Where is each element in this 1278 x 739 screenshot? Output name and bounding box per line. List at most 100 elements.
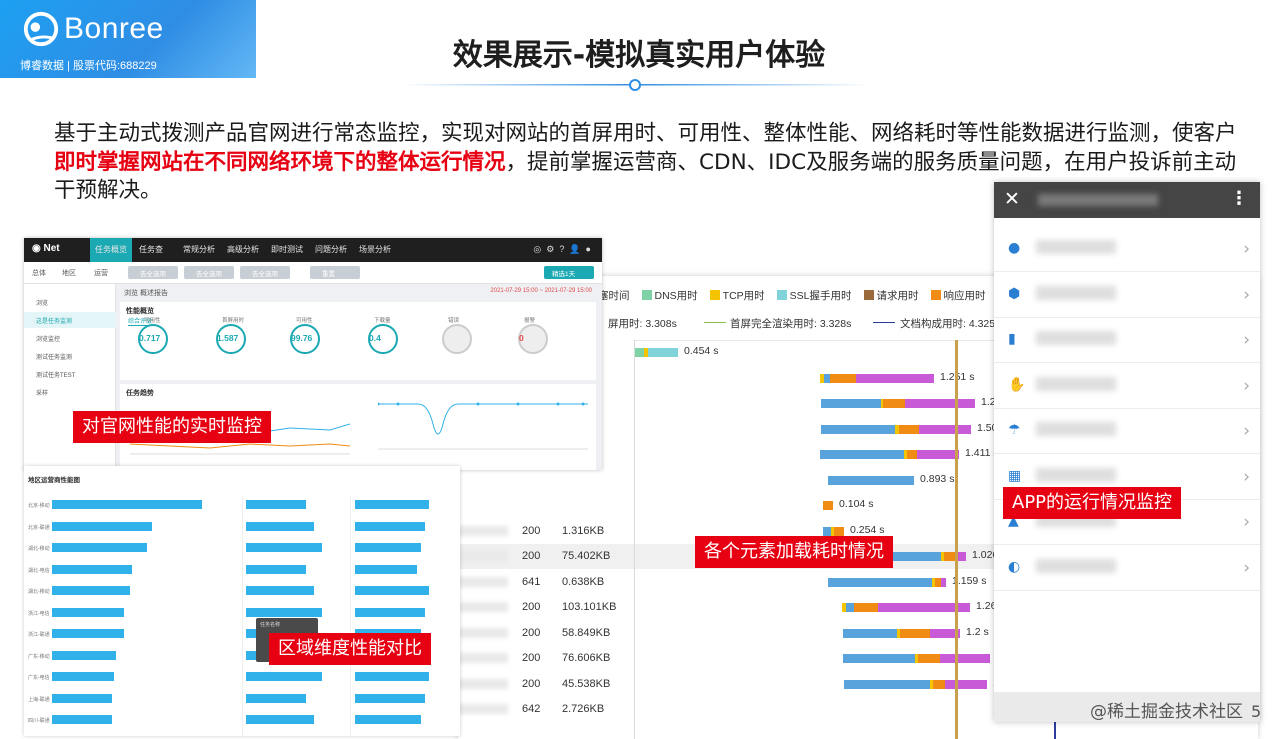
sidebar-item[interactable]: 采样 [24, 384, 116, 400]
timing-bar [844, 679, 987, 689]
sidebar-item[interactable]: 浏览监控 [24, 330, 116, 346]
title-divider [400, 79, 870, 91]
timing-bar [843, 628, 960, 638]
nav-tab[interactable]: 任务概览 [90, 238, 132, 262]
app-title-blurred [1038, 194, 1158, 206]
timing-segment [907, 450, 917, 459]
region-bar [52, 693, 112, 703]
status-code: 200 [522, 550, 541, 562]
region-bar [355, 543, 421, 552]
region-row[interactable]: 湖北-移动 [24, 582, 460, 602]
status-code: 200 [522, 601, 541, 613]
legend-swatch [641, 290, 652, 300]
app-menu-item[interactable]: ☂ › [994, 408, 1260, 454]
region-bar [52, 521, 152, 531]
nav-tab[interactable]: 问题分析 [310, 238, 352, 262]
timing-segment [830, 373, 856, 383]
region-bar [246, 693, 306, 703]
date-range[interactable]: 2021-07-29 15:00 ~ 2021-07-29 15:00 [490, 288, 592, 294]
app-menu-item[interactable]: ◐ › [994, 545, 1260, 591]
region-row[interactable]: 四川-联通 [24, 711, 460, 731]
status-code: 200 [522, 652, 541, 664]
trend-chart-right [378, 402, 588, 450]
timing-bar [823, 526, 844, 536]
app-menu-item[interactable]: ● › [994, 226, 1260, 272]
sidebar-item[interactable]: 测试任务TEST [24, 366, 116, 382]
chevron-right-icon: › [1243, 421, 1250, 441]
timing-label: 0.893 s [920, 472, 955, 485]
reset-chip[interactable]: 重置 [310, 266, 360, 279]
region-row[interactable]: 北京-移动 [24, 496, 460, 516]
gauge-label: 错误 [448, 318, 460, 324]
first-screen-marker [955, 340, 958, 739]
sidebar-item[interactable]: 这是任务监测 [24, 312, 116, 328]
nav-tab[interactable]: 场景分析 [354, 238, 396, 262]
region-bar [52, 564, 132, 574]
timing-bar [842, 603, 970, 612]
region-row[interactable]: 湖北-电信 [24, 561, 460, 581]
gauge-value: 1.587 [217, 333, 239, 343]
timing-segment [828, 577, 932, 587]
resource-size: 75.402KB [562, 550, 611, 562]
timing-bar [828, 577, 946, 587]
timing-segment [843, 628, 897, 638]
region-row[interactable]: 上海-联通 [24, 690, 460, 710]
nav-tab[interactable]: 常规分析 [178, 238, 220, 262]
legend-item: SSL握手用时 [776, 288, 852, 303]
legend-item: 塞时间 [598, 288, 630, 303]
resource-size: 58.849KB [562, 626, 611, 639]
more-vertical-icon[interactable]: ⋮ [1230, 188, 1248, 209]
chevron-right-icon: › [1243, 239, 1250, 259]
resource-name-blurred [458, 678, 508, 689]
region-bar [355, 715, 421, 724]
app-menu-item[interactable]: ⬢ › [994, 272, 1260, 318]
sidebar-item[interactable]: 测试任务监测 [24, 348, 116, 364]
region-row[interactable]: 北京-联通 [24, 518, 460, 538]
filter-chip-3[interactable]: 告全选项 [240, 266, 290, 279]
resource-name-blurred [458, 602, 508, 612]
timing-bar [843, 654, 990, 663]
region-bar [246, 607, 322, 617]
region-row[interactable]: 湖北-移动 [24, 539, 460, 559]
breadcrumb: 浏览 概述报告 [124, 290, 168, 297]
nav-tab[interactable]: 高级分析 [222, 238, 264, 262]
subtab-region[interactable]: 地区 [62, 268, 76, 278]
menu-label-blurred [1036, 467, 1116, 482]
resource-size: 103.101KB [562, 601, 617, 613]
first-screen-time: 屏用时: 3.308s [608, 318, 677, 330]
subtab-overall[interactable]: 总体 [32, 268, 46, 278]
nav-tab[interactable]: 即时测试 [266, 238, 308, 262]
legend-swatch [709, 290, 720, 300]
timing-segment [648, 348, 678, 357]
region-bar [52, 607, 124, 617]
region-bar [246, 564, 306, 574]
timing-segment [919, 424, 971, 434]
subtab-isp[interactable]: 运营 [94, 268, 108, 278]
chevron-right-icon: › [1243, 466, 1250, 487]
app-menu-item[interactable]: ▮ › [994, 317, 1260, 363]
chevron-right-icon: › [1243, 330, 1250, 350]
chevron-right-icon: › [1243, 284, 1250, 305]
filter-chip-2[interactable]: 告全选项 [184, 266, 234, 279]
close-icon[interactable]: ✕ [1004, 188, 1020, 210]
resource-size: 0.638KB [562, 575, 605, 588]
region-bar [355, 586, 429, 595]
calculator-icon: ▦ [1008, 467, 1022, 484]
timing-segment [843, 654, 915, 663]
sidebar-item[interactable]: 浏览 [24, 294, 116, 310]
app-menu-item[interactable]: ✋ › [994, 363, 1260, 409]
dashboard-brand: ◉ Net [32, 243, 60, 254]
nav-tab[interactable]: 任务查 [134, 238, 168, 262]
region-row[interactable]: 浙江-电信 [24, 604, 460, 624]
timing-segment [828, 475, 914, 485]
region-bar [246, 521, 314, 531]
region-name: 浙江-联通 [28, 632, 50, 638]
nav-icons[interactable]: ◎⚙?👤● [533, 244, 596, 255]
filter-chip-1[interactable]: 告全选项 [128, 266, 178, 279]
timing-segment [900, 628, 930, 638]
status-code: 200 [522, 524, 541, 537]
timing-segment [854, 603, 878, 612]
region-row[interactable]: 广东-电信 [24, 668, 460, 688]
timing-segment [634, 348, 644, 357]
search-button[interactable]: 精选1天 [544, 266, 594, 279]
